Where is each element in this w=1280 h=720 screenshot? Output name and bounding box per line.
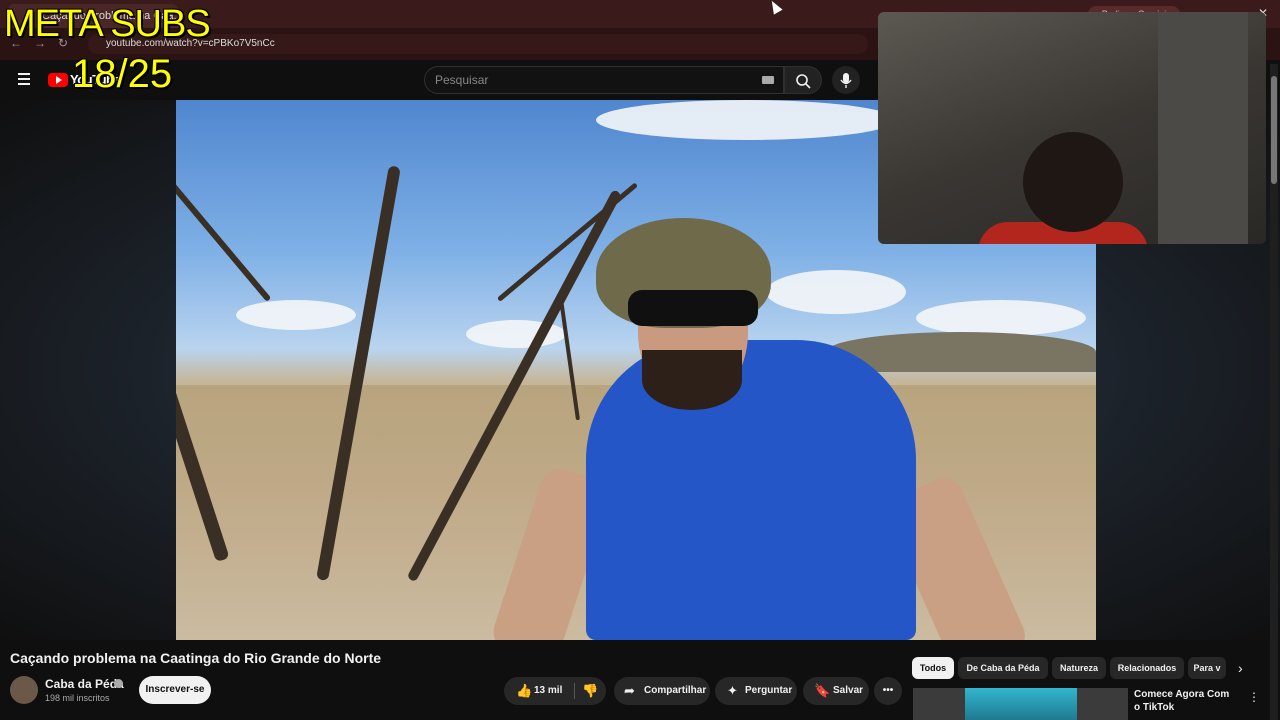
share-icon: ➦ [624,683,635,698]
save-button[interactable]: 🔖 Salvar [803,677,869,705]
thumbs-up-icon: 👍 [516,683,533,698]
like-button[interactable]: 👍 13 mil 👎 [504,677,606,705]
subscribe-button[interactable]: Inscrever-se [139,676,211,704]
chip-todos[interactable]: Todos [912,657,954,679]
bookmark-icon: 🔖 [814,683,831,698]
voice-search-button[interactable] [832,66,860,94]
share-button[interactable]: ➦ Compartilhar [614,677,710,705]
recommended-title[interactable]: Comece Agora Com o TikTok [1134,688,1234,714]
chevron-right-icon[interactable]: › [1238,660,1243,676]
goal-counter: 18/25 [72,52,173,96]
recommended-thumbnail-image [965,688,1077,720]
cloud [766,270,906,314]
chip-para-voce[interactable]: Para v [1188,657,1226,679]
scrollbar-thumb[interactable] [1271,76,1277,184]
ask-label: Perguntar [745,685,793,696]
more-actions-button[interactable]: ••• [874,677,902,705]
youtube-logo-icon[interactable] [48,73,68,87]
like-count: 13 mil [534,685,563,696]
chip-channel[interactable]: De Caba da Péda [958,657,1048,679]
cloud [916,300,1086,336]
subscriber-count: 198 mil inscritos [45,693,110,703]
cloud [596,100,896,140]
microphone-icon [840,73,852,88]
chip-relacionados[interactable]: Relacionados [1110,657,1184,679]
save-label: Salvar [833,685,864,696]
person-shirt [586,340,916,640]
chip-natureza[interactable]: Natureza [1052,657,1106,679]
webcam-overlay [878,12,1266,244]
search-button[interactable] [784,66,822,94]
goal-label: META SUBS [4,3,211,45]
webcam-door [1158,12,1248,244]
thumbs-down-icon[interactable]: 👎 [582,677,598,705]
person-beard [642,350,742,410]
ask-button[interactable]: ✦ Perguntar [715,677,797,705]
search-input[interactable]: Pesquisar [424,66,784,94]
webcam-person-head [1023,132,1123,232]
channel-avatar[interactable] [10,676,38,704]
video-title: Caçando problema na Caatinga do Rio Gran… [10,650,382,666]
like-divider [574,683,575,699]
share-label: Compartilhar [644,685,707,696]
hamburger-menu-icon[interactable] [18,73,30,85]
tree-branch [176,144,272,302]
keyboard-icon[interactable] [762,76,774,84]
cloud [236,300,356,330]
channel-name[interactable]: Caba da Péda [45,677,124,691]
sparkle-icon: ✦ [727,683,738,698]
search-icon [796,74,811,89]
more-options-icon[interactable]: ⋮ [1248,690,1260,704]
sunglasses [628,290,758,326]
verified-icon [114,679,123,688]
